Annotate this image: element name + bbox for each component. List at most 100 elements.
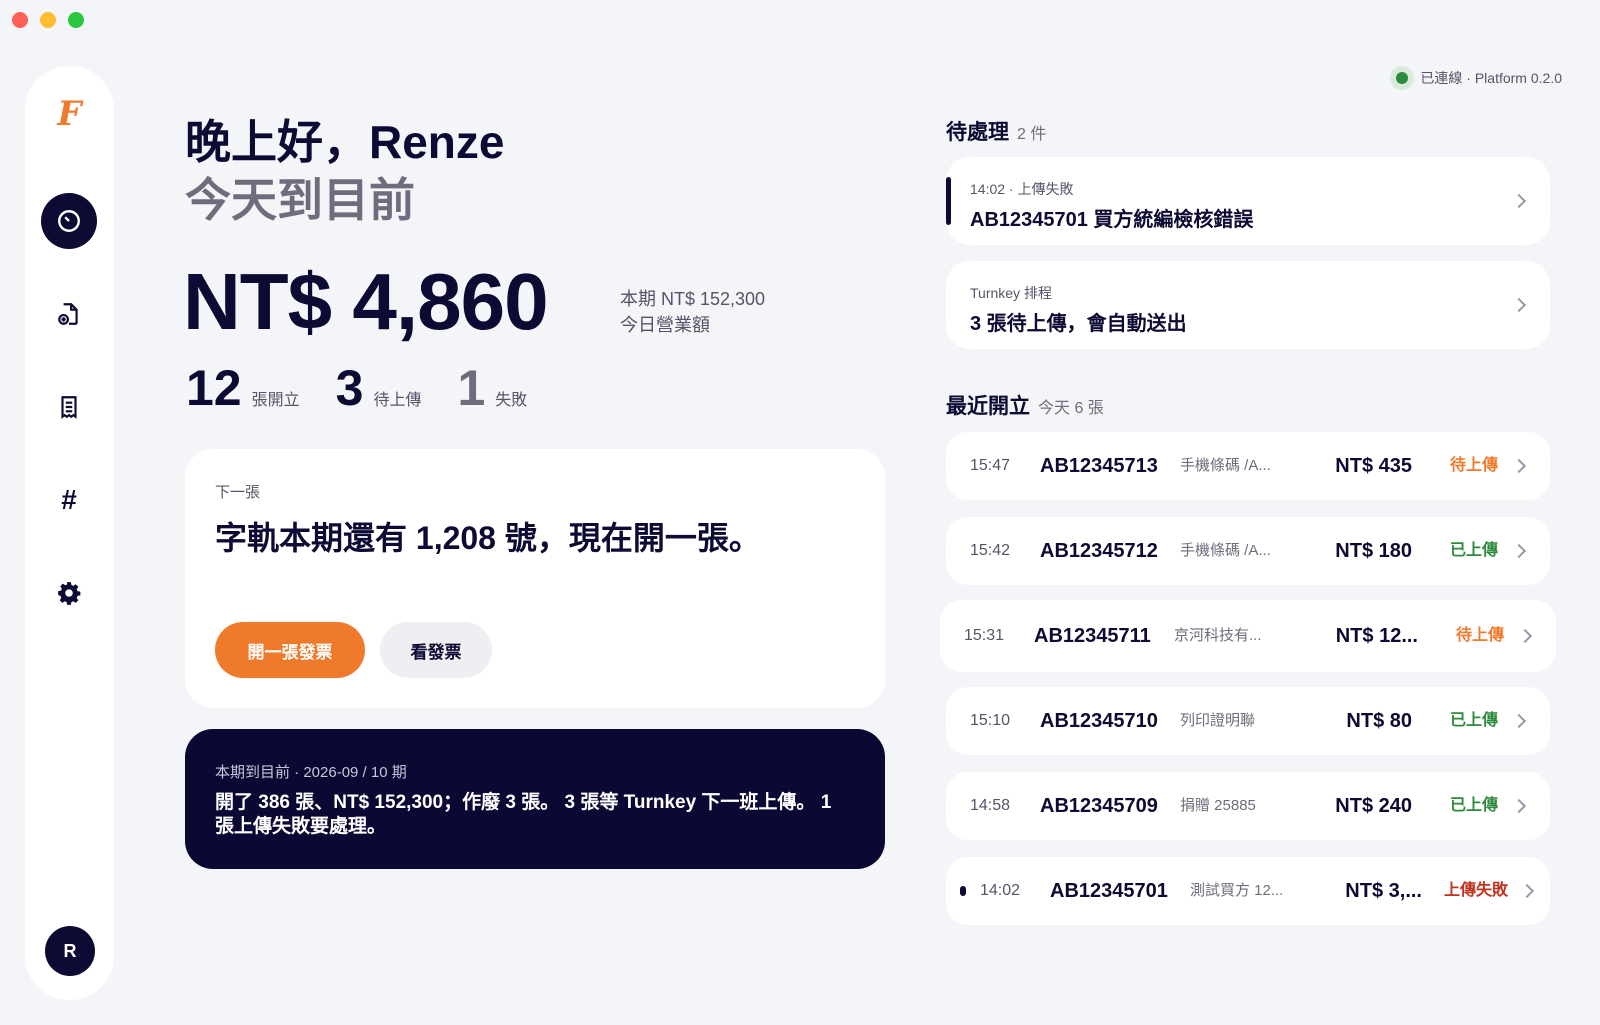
revenue-details: 本期 NT$ 152,300 今日營業額 [620,286,765,338]
stat-failed: 1 失敗 [457,360,527,416]
row-amount: NT$ 3,... [1345,880,1422,902]
connection-text: 已連線 · Platform 0.2.0 [1420,70,1562,86]
row-description: 列印證明聯 [1180,712,1256,729]
row-invoice-number: AB12345710 [1040,710,1158,732]
row-description: 手機條碼 /A... [1180,457,1271,474]
row-time: 15:10 [970,712,1011,729]
stat-label: 張開立 [251,392,300,409]
invoice-row[interactable]: 14:02 AB12345701 測試買方 12... NT$ 3,... 上傳… [946,857,1550,925]
row-time: 14:58 [970,797,1011,814]
row-invoice-number: AB12345711 [1034,625,1151,647]
row-invoice-number: AB12345709 [1040,795,1158,817]
row-time: 15:31 [964,627,1005,644]
invoice-row[interactable]: 15:42 AB12345712 手機條碼 /A... NT$ 180 已上傳 [946,517,1550,585]
invoice-row[interactable]: 15:47 AB12345713 手機條碼 /A... NT$ 435 待上傳 [946,432,1550,500]
row-time: 15:47 [970,457,1011,474]
row-status: 待上傳 [1455,627,1504,644]
row-time: 15:42 [970,542,1011,559]
status-dot-icon [1390,66,1415,90]
alert-marker [960,886,966,896]
stat-value: 1 [457,360,486,416]
revenue-label: 今日營業額 [620,315,710,335]
pending-section-title: 待處理 2 件 [946,116,1046,146]
period-summary: 開了 386 張、NT$ 152,300；作廢 3 張。 3 張等 Turnke… [215,792,832,837]
row-invoice-number: AB12345713 [1040,455,1158,477]
row-amount: NT$ 80 [1346,710,1412,732]
zoom-window-button[interactable] [68,12,84,28]
next-caption: 下一張 [215,484,261,501]
recent-count: 今天 6 張 [1038,400,1104,417]
stats-row: 12 張開立 3 待上傳 1 失敗 [186,360,563,416]
stat-value: 3 [335,360,364,416]
row-invoice-number: AB12345701 [1050,880,1168,902]
app-logo: F [57,94,82,134]
chevron-right-icon [1517,628,1533,644]
row-description: 測試買方 12... [1190,882,1284,899]
row-status: 已上傳 [1449,797,1498,814]
sidebar: F # R [25,66,114,1000]
row-description: 捐贈 25885 [1180,797,1256,814]
pending-count: 2 件 [1017,126,1047,143]
row-amount: NT$ 240 [1335,795,1412,817]
next-invoice-card: 下一張 字軌本期還有 1,208 號，現在開一張。 開一張發票 看發票 [185,449,885,708]
chevron-right-icon [1511,543,1527,559]
chevron-right-icon [1511,297,1527,313]
row-description: 手機條碼 /A... [1180,542,1271,559]
invoice-row[interactable]: 14:58 AB12345709 捐贈 25885 NT$ 240 已上傳 [946,772,1550,840]
recent-title: 最近開立 [946,395,1030,418]
invoice-row[interactable]: 15:31 AB12345711 京河科技有... NT$ 12... 待上傳 [940,600,1556,672]
row-invoice-number: AB12345712 [1040,540,1158,562]
window-titlebar [0,0,1600,40]
greeting-subtitle: 今天到目前 [185,174,415,226]
invoice-row[interactable]: 15:10 AB12345710 列印證明聯 NT$ 80 已上傳 [946,687,1550,755]
pending-item-caption: 14:02 · 上傳失敗 [970,181,1074,197]
document-add-icon [58,303,78,325]
sidebar-item-dashboard[interactable] [41,193,97,249]
chevron-right-icon [1511,193,1527,209]
gear-icon [58,582,81,605]
greeting-title: 晚上好，Renze [185,116,505,168]
pending-item-title: AB12345701 買方統編檢核錯誤 [970,209,1254,231]
row-status: 上傳失敗 [1443,882,1508,899]
pending-item-caption: Turnkey 排程 [970,285,1052,301]
receipt-icon [61,396,77,419]
sidebar-item-settings[interactable] [41,565,97,621]
view-invoices-button[interactable]: 看發票 [380,622,492,678]
user-avatar[interactable]: R [45,926,95,976]
period-total: 本期 NT$ 152,300 [620,289,766,309]
sidebar-item-new-invoice[interactable] [41,286,97,342]
row-amount: NT$ 180 [1335,540,1412,562]
next-headline: 字軌本期還有 1,208 號，現在開一張。 [215,520,761,556]
pending-title: 待處理 [946,121,1009,144]
period-caption: 本期到目前 · 2026-09 / 10 期 [215,764,407,781]
period-summary-card: 本期到目前 · 2026-09 / 10 期 開了 386 張、NT$ 152,… [185,729,885,869]
issue-invoice-button[interactable]: 開一張發票 [215,622,365,678]
alert-marker [946,177,951,225]
row-status: 待上傳 [1449,457,1498,474]
clock-icon [58,210,80,232]
pending-item[interactable]: Turnkey 排程 3 張待上傳，會自動送出 [946,261,1550,349]
row-amount: NT$ 435 [1335,455,1412,477]
stat-value: 12 [186,360,242,416]
today-revenue-amount: NT$ 4,860 [183,257,549,346]
connection-status: 已連線 · Platform 0.2.0 [1390,66,1562,90]
recent-section-title: 最近開立 今天 6 張 [946,390,1104,420]
stat-label: 待上傳 [373,392,422,409]
sidebar-item-number-track[interactable]: # [41,472,97,528]
stat-pending-upload: 3 待上傳 [336,360,422,416]
chevron-right-icon [1511,713,1527,729]
row-status: 已上傳 [1449,712,1498,729]
chevron-right-icon [1511,798,1527,814]
row-description: 京河科技有... [1174,627,1262,644]
stat-label: 失敗 [495,392,528,409]
row-status: 已上傳 [1449,542,1498,559]
minimize-window-button[interactable] [40,12,56,28]
sidebar-item-invoices[interactable] [41,379,97,435]
chevron-right-icon [1519,883,1535,899]
row-time: 14:02 [980,882,1021,899]
pending-item[interactable]: 14:02 · 上傳失敗 AB12345701 買方統編檢核錯誤 [946,157,1550,245]
row-amount: NT$ 12... [1335,625,1418,647]
pending-item-title: 3 張待上傳，會自動送出 [970,313,1187,335]
close-window-button[interactable] [12,12,28,28]
stat-issued: 12 張開立 [186,360,300,416]
